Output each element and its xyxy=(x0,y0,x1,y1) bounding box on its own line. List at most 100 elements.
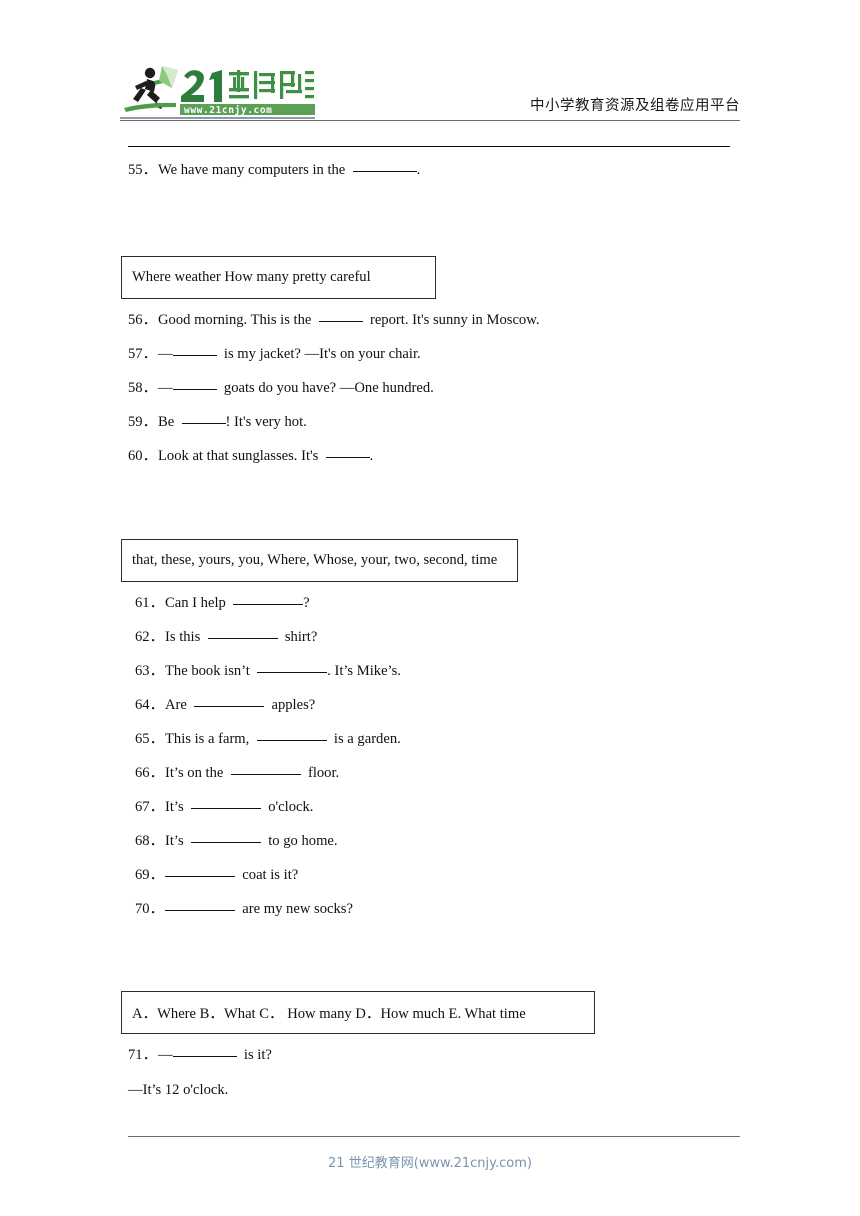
worksheet-page: www.21cnjy.com 中小学教育资源及组卷应用平台 55．We have… xyxy=(0,0,860,1216)
question-row: 71．— is it? xyxy=(128,1045,272,1065)
logo-text-21 xyxy=(181,70,222,102)
question-text-before: We have many computers in the xyxy=(158,162,346,178)
question-text-after: is a garden. xyxy=(333,731,401,747)
answer-blank[interactable] xyxy=(257,672,328,673)
page-header: www.21cnjy.com 中小学教育资源及组卷应用平台 xyxy=(120,58,740,128)
question-row: 63．The book isn’t . It’s Mike’s. xyxy=(135,661,401,681)
question-number: 71． xyxy=(128,1047,158,1063)
question-number: 63． xyxy=(135,663,165,679)
question-row: 57．— is my jacket? —It's on your chair. xyxy=(128,344,421,364)
question-text-before: Can I help xyxy=(165,595,226,611)
answer-blank[interactable] xyxy=(233,604,304,605)
question-number: 60． xyxy=(128,448,158,464)
header-tagline: 中小学教育资源及组卷应用平台 xyxy=(530,98,740,114)
question-text-before: Are xyxy=(165,697,187,713)
question-text-before: — xyxy=(158,380,173,396)
question-number: 56． xyxy=(128,312,158,328)
question-text-before: The book isn’t xyxy=(165,663,250,679)
answer-blank[interactable] xyxy=(256,740,327,741)
svg-text:www.21cnjy.com: www.21cnjy.com xyxy=(184,105,272,116)
answer-blank[interactable] xyxy=(194,706,265,707)
answer-blank[interactable] xyxy=(165,876,235,877)
question-text-after: are my new socks? xyxy=(242,901,353,917)
word-bank-1-text: Where weather How many pretty careful xyxy=(132,269,371,285)
question-text-before: This is a farm, xyxy=(165,731,250,747)
question-text-after: goats do you have? —One hundred. xyxy=(223,380,434,396)
question-text-after: floor. xyxy=(307,765,340,781)
question-number: 59． xyxy=(128,414,158,430)
question-text-before: Good morning. This is the xyxy=(158,312,312,328)
question-number: 68． xyxy=(135,833,165,849)
question-text-before: Look at that sunglasses. It's xyxy=(158,448,319,464)
options-box-text: A．Where B．What C． How many D．How much E.… xyxy=(132,1006,526,1022)
options-box: A．Where B．What C． How many D．How much E.… xyxy=(121,991,595,1034)
question-row: 55．We have many computers in the . xyxy=(128,160,420,180)
question-text-before: Is this xyxy=(165,629,201,645)
question-text-before: It’s xyxy=(165,799,184,815)
word-bank-box-1: Where weather How many pretty careful xyxy=(121,256,436,299)
question-text-after: to go home. xyxy=(268,833,338,849)
question-number: 64． xyxy=(135,697,165,713)
answer-blank[interactable] xyxy=(190,842,261,843)
question-row: 58．— goats do you have? —One hundred. xyxy=(128,378,434,398)
brand-logo: www.21cnjy.com xyxy=(120,62,315,120)
question-row: 69． coat is it? xyxy=(135,865,298,885)
question-text-after: . xyxy=(416,162,421,178)
question-text-before: — xyxy=(158,1047,173,1063)
footer-divider xyxy=(128,1136,740,1137)
question-row: 70． are my new socks? xyxy=(135,899,353,919)
question-row: 59．Be ! It's very hot. xyxy=(128,412,307,432)
question-number: 69． xyxy=(135,867,165,883)
question-text-after: . It’s Mike’s. xyxy=(327,663,401,679)
answer-blank[interactable] xyxy=(165,910,235,911)
question-text-after: shirt? xyxy=(284,629,318,645)
question-text-before: It’s xyxy=(165,833,184,849)
question-number: 65． xyxy=(135,731,165,747)
answer-blank[interactable] xyxy=(172,1056,237,1057)
question-row: 68．It’s to go home. xyxy=(135,831,338,851)
answer-blank[interactable] xyxy=(207,638,278,639)
question-row: 56．Good morning. This is the report. It'… xyxy=(128,310,539,330)
question-text-after: report. It's sunny in Moscow. xyxy=(369,312,540,328)
logo-text-cn xyxy=(229,70,314,99)
question-text-before: Be xyxy=(158,414,175,430)
question-text-after: apples? xyxy=(271,697,316,713)
answer-blank[interactable] xyxy=(230,774,301,775)
question-number: 58． xyxy=(128,380,158,396)
question-number: 55． xyxy=(128,162,158,178)
answer-blank[interactable] xyxy=(190,808,261,809)
footer-text: 21 世纪教育网(www.21cnjy.com) xyxy=(328,1156,532,1171)
question-text-after: is my jacket? —It's on your chair. xyxy=(223,346,421,362)
answer-blank[interactable] xyxy=(172,389,217,390)
question-text-after: ! It's very hot. xyxy=(225,414,307,430)
answer-blank[interactable] xyxy=(181,423,226,424)
question-row: 65．This is a farm, is a garden. xyxy=(135,729,401,749)
question-row: 64．Are apples? xyxy=(135,695,315,715)
question-row: 60．Look at that sunglasses. It's . xyxy=(128,446,373,466)
question-number: 66． xyxy=(135,765,165,781)
question-text-before: It’s on the xyxy=(165,765,224,781)
question-number: 57． xyxy=(128,346,158,362)
question-row: 61．Can I help ? xyxy=(135,593,310,613)
answer-blank[interactable] xyxy=(325,457,370,458)
word-bank-box-2: that, these, yours, you, Where, Whose, y… xyxy=(121,539,518,582)
question-row: 67．It’s o'clock. xyxy=(135,797,313,817)
answer-blank[interactable] xyxy=(318,321,363,322)
answer-blank[interactable] xyxy=(172,355,217,356)
question-number: 70． xyxy=(135,901,165,917)
word-bank-2-text: that, these, yours, you, Where, Whose, y… xyxy=(132,552,498,568)
runner-figure xyxy=(124,66,178,112)
question-text-after: ? xyxy=(303,595,310,611)
question-text-after: is it? xyxy=(243,1047,272,1063)
section-divider-top xyxy=(128,146,730,147)
answer-blank[interactable] xyxy=(352,171,417,172)
question-number: 67． xyxy=(135,799,165,815)
answer-line: —It’s 12 o'clock. xyxy=(128,1082,229,1098)
question-number: 61． xyxy=(135,595,165,611)
question-row: 62．Is this shirt? xyxy=(135,627,317,647)
question-row: 66．It’s on the floor. xyxy=(135,763,339,783)
question-text-after: . xyxy=(369,448,374,464)
header-divider xyxy=(120,120,740,121)
question-number: 62． xyxy=(135,629,165,645)
question-text-after: coat is it? xyxy=(242,867,299,883)
